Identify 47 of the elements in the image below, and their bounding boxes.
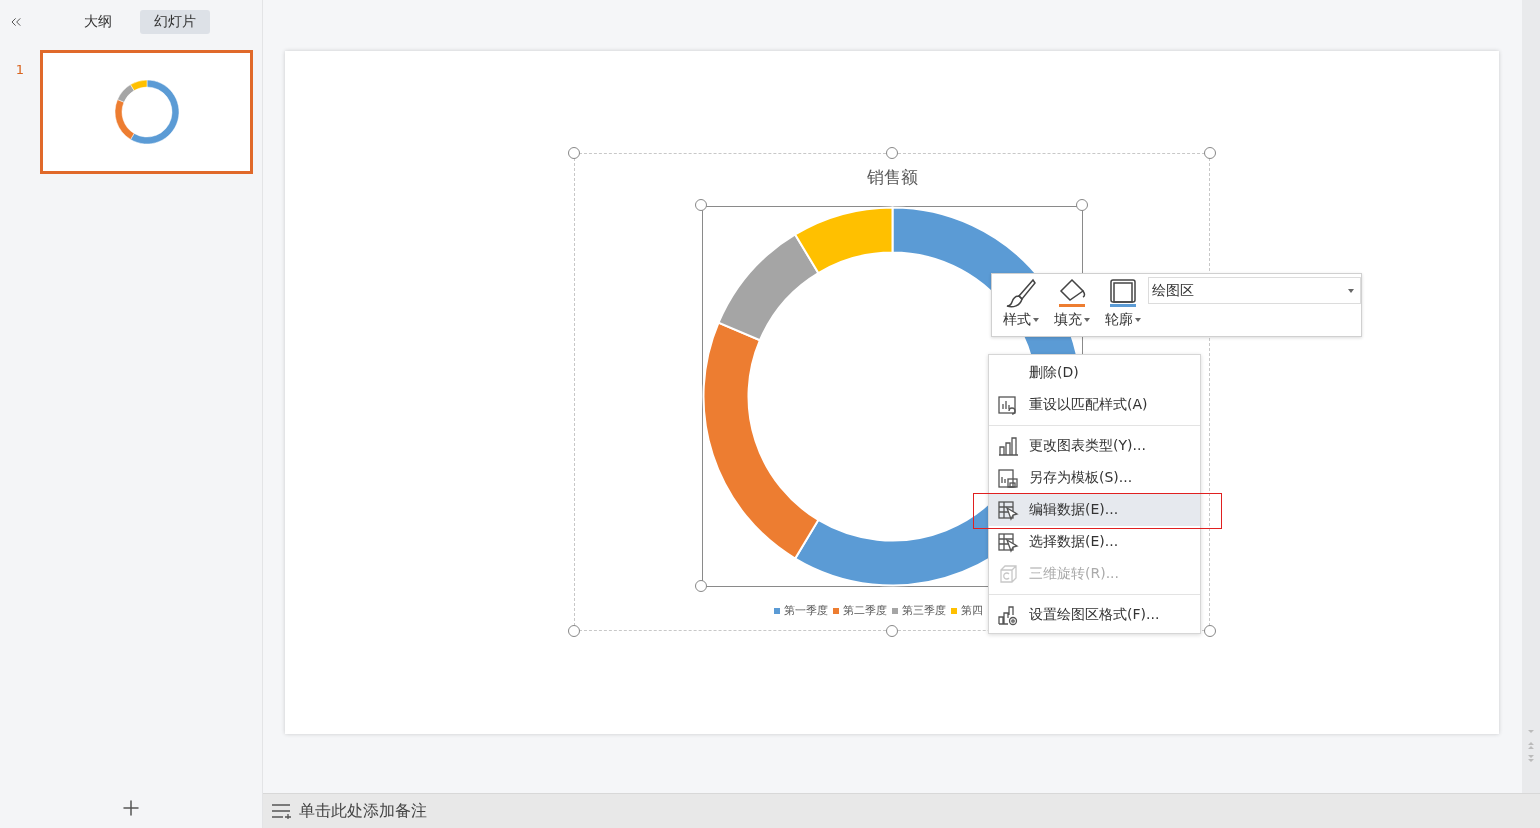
table-cursor-icon bbox=[998, 531, 1019, 553]
caret-icon bbox=[1348, 288, 1354, 293]
paintbrush-icon bbox=[1005, 277, 1038, 309]
resize-handle[interactable] bbox=[1076, 199, 1088, 211]
resize-handle[interactable] bbox=[1204, 147, 1216, 159]
legend-label: 第一季度 bbox=[784, 603, 828, 618]
scroll-down-icon[interactable] bbox=[1527, 727, 1535, 735]
resize-handle[interactable] bbox=[695, 580, 707, 592]
sidebar-tab[interactable]: 大纲 bbox=[70, 10, 126, 34]
element-select[interactable]: 绘图区 bbox=[1148, 277, 1361, 304]
page-up-icon[interactable] bbox=[1527, 741, 1535, 749]
cube-rotate-icon bbox=[998, 563, 1019, 585]
caret-icon bbox=[1134, 318, 1141, 322]
resize-handle[interactable] bbox=[1204, 625, 1216, 637]
legend-label: 第三季度 bbox=[902, 603, 946, 618]
menu-item[interactable]: 选择数据(E)... bbox=[989, 526, 1200, 558]
bar-chart-icon bbox=[998, 435, 1019, 457]
chart-save-icon bbox=[998, 467, 1019, 489]
menu-item[interactable]: 设置绘图区格式(F)... bbox=[989, 599, 1200, 631]
toolbar-button[interactable]: 轮廓 bbox=[1097, 277, 1149, 329]
menu-item[interactable]: 更改图表类型(Y)... bbox=[989, 430, 1200, 462]
resize-handle[interactable] bbox=[568, 625, 580, 637]
resize-handle[interactable] bbox=[886, 147, 898, 159]
menu-item[interactable]: 另存为模板(S)... bbox=[989, 462, 1200, 494]
resize-handle[interactable] bbox=[695, 199, 707, 211]
legend-label: 第四 bbox=[961, 603, 983, 618]
toolbar-button[interactable]: 样式 bbox=[996, 277, 1047, 329]
chart-gear-icon bbox=[998, 604, 1019, 626]
page-down-icon[interactable] bbox=[1527, 755, 1535, 763]
notes-icon bbox=[271, 803, 291, 819]
caret-icon bbox=[1033, 318, 1040, 322]
caret-icon bbox=[1084, 318, 1091, 322]
chart-reset-icon bbox=[998, 394, 1019, 416]
resize-handle[interactable] bbox=[886, 625, 898, 637]
sidebar-tab[interactable]: 幻灯片 bbox=[140, 10, 210, 34]
slide-thumbnail[interactable] bbox=[40, 50, 253, 174]
mini-donut-drawing bbox=[113, 79, 180, 145]
menu-item[interactable]: 删除(D) bbox=[989, 357, 1200, 389]
legend-label: 第二季度 bbox=[843, 603, 887, 618]
chart-title: 销售额 bbox=[866, 166, 918, 189]
slide-number: 1 bbox=[14, 61, 26, 77]
table-cursor-icon bbox=[998, 499, 1019, 521]
notes-placeholder[interactable]: 单击此处添加备注 bbox=[299, 800, 427, 822]
menu-item[interactable]: 编辑数据(E)... bbox=[989, 494, 1200, 526]
toolbar-button[interactable]: 填充 bbox=[1046, 277, 1098, 329]
menu-item[interactable]: 重设以匹配样式(A) bbox=[989, 389, 1200, 421]
resize-handle[interactable] bbox=[568, 147, 580, 159]
